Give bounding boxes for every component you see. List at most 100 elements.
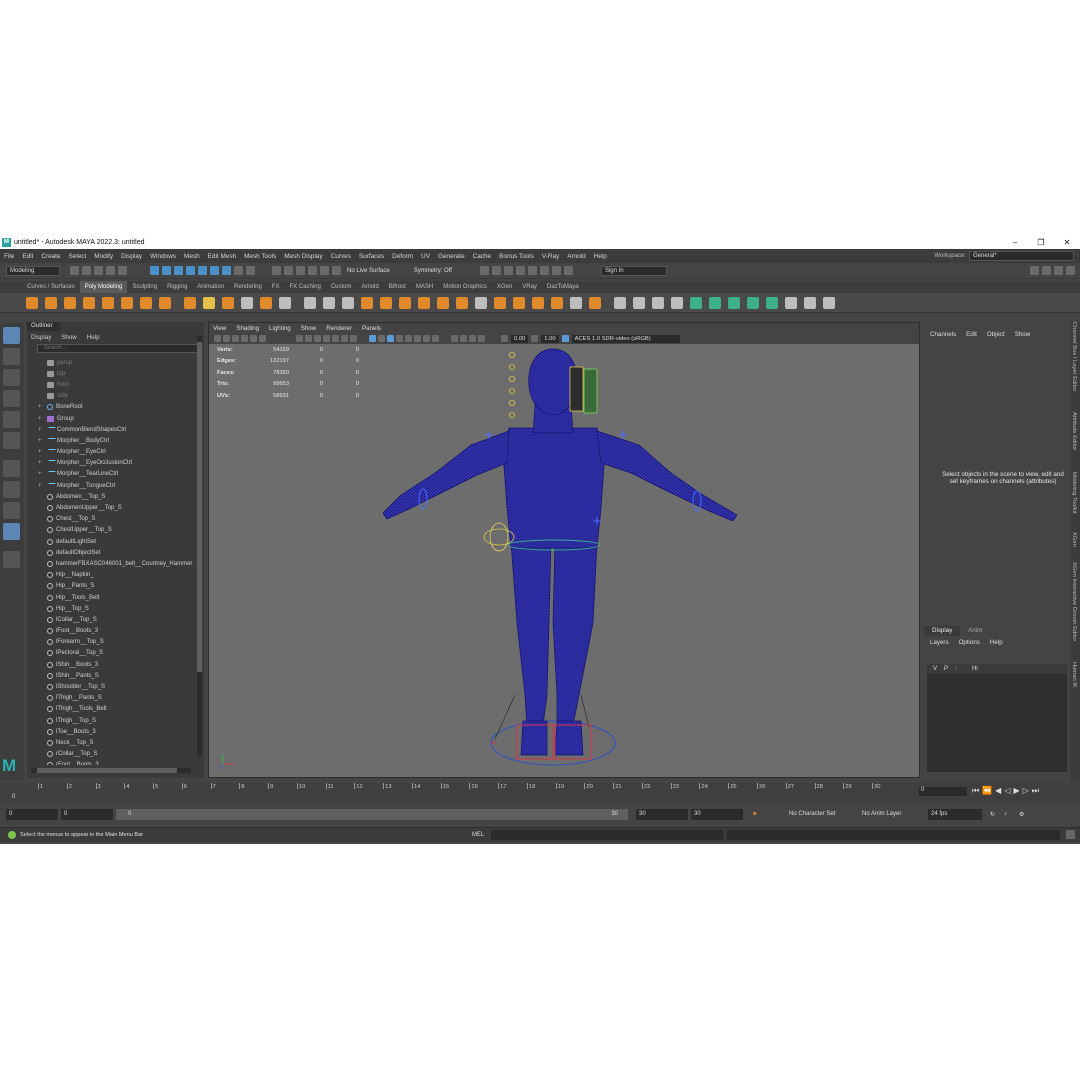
target-weld-icon[interactable]	[670, 296, 683, 309]
render-frame-icon[interactable]	[504, 266, 514, 275]
snap-curve-icon[interactable]	[283, 266, 293, 275]
menu-mesh-display[interactable]: Mesh Display	[280, 253, 326, 260]
search-icon[interactable]	[3, 551, 20, 568]
poly-cylinder-icon[interactable]	[63, 296, 76, 309]
poly-plane-icon[interactable]	[120, 296, 133, 309]
current-frame-field[interactable]: 0	[919, 787, 967, 796]
play-backward-icon[interactable]: ◁	[1004, 786, 1010, 796]
symmetry-dropdown[interactable]: Symmetry: Off	[414, 268, 452, 274]
wireframe-icon[interactable]	[369, 335, 376, 342]
circularize-icon[interactable]	[569, 296, 582, 309]
sew-uv-icon[interactable]	[822, 296, 835, 309]
channel-box-menu-channels[interactable]: Channels	[930, 331, 956, 338]
outliner-item[interactable]: lCollar__Top_S	[27, 614, 195, 625]
layer-menu-layers[interactable]: Layers	[930, 639, 949, 646]
layer-color-swatch[interactable]: /	[955, 666, 965, 672]
outliner-item[interactable]: lShin__Pants_S	[27, 670, 195, 681]
select-tool-icon[interactable]	[3, 327, 20, 344]
outliner-item[interactable]: lShin__Boots_3	[27, 659, 195, 670]
channel-box-menu-edit[interactable]: Edit	[966, 331, 977, 338]
outliner-item[interactable]: Abdomen__Top_S	[27, 491, 195, 502]
channel-box-toggle-icon[interactable]	[1066, 266, 1075, 275]
workspace-dropdown[interactable]: General*	[969, 251, 1074, 261]
smooth-shade-icon[interactable]	[378, 335, 385, 342]
step-back-frame-icon[interactable]: ◀	[995, 786, 1001, 796]
perspective-viewport[interactable]: View Shading Lighting Show Renderer Panels	[208, 322, 920, 778]
play-forward-icon[interactable]: ▶	[1013, 786, 1019, 796]
outliner-item[interactable]: Hip__Top_S	[27, 603, 195, 614]
grid-toggle-icon[interactable]	[296, 335, 303, 342]
outliner-menu-display[interactable]: Display	[31, 334, 51, 341]
outliner-item[interactable]: Chest__Top_S	[27, 514, 195, 525]
extrude-icon[interactable]	[512, 296, 525, 309]
outliner-item[interactable]: hammerFBXASC046001_belt__Courtney_Hammer	[27, 558, 195, 569]
bridge-icon[interactable]	[493, 296, 506, 309]
outliner-horizontal-scrollbar[interactable]	[31, 768, 191, 773]
highlight-selection-icon[interactable]	[245, 266, 255, 275]
menu-deform[interactable]: Deform	[388, 253, 417, 260]
outliner-item[interactable]: lFoot__Boots_3	[27, 626, 195, 637]
shelf-tab-arnold[interactable]: Arnold	[357, 281, 384, 293]
character-set-dropdown[interactable]: No Character Set	[789, 811, 835, 817]
outliner-vertical-scrollbar[interactable]	[197, 336, 202, 756]
rotate-tool-icon[interactable]	[3, 411, 20, 428]
snap-surface-icon[interactable]	[319, 266, 329, 275]
playback-end-field[interactable]: 30	[636, 809, 688, 820]
anim-prefs-icon[interactable]: ⚙	[1019, 811, 1024, 818]
side-tab-xgen[interactable]: XGen	[1071, 532, 1077, 547]
shelf-tab-daztomaya[interactable]: DazToMaya	[542, 281, 584, 293]
shelf-tab-vray[interactable]: VRay	[517, 281, 542, 293]
uv-editor-icon[interactable]	[784, 296, 797, 309]
outliner-item[interactable]: lForearm__Top_S	[27, 637, 195, 648]
shelf-tab-custom[interactable]: Custom	[326, 281, 357, 293]
save-scene-icon[interactable]	[93, 266, 103, 275]
render-settings-icon[interactable]	[528, 266, 538, 275]
menu-display[interactable]: Display	[117, 253, 146, 260]
shelf-tab-mash[interactable]: MASH	[411, 281, 438, 293]
gate-mask-icon[interactable]	[323, 335, 330, 342]
outliner-item[interactable]: lPectoral__Top_S	[27, 648, 195, 659]
side-tab-attribute-editor[interactable]: Attribute Editor	[1071, 412, 1077, 450]
view-transform-dropdown[interactable]: ACES 1.0 SDR-video (sRGB)	[571, 334, 680, 343]
sound-icon[interactable]: ♪	[1004, 811, 1007, 817]
outliner-item[interactable]: rCollar__Top_S	[27, 749, 195, 760]
layer-row[interactable]: V P / Hi	[927, 664, 1067, 674]
close-button[interactable]: ✕	[1054, 238, 1080, 247]
exposure-icon[interactable]	[501, 335, 508, 342]
shelf-tab-sculpting[interactable]: Sculpting	[127, 281, 162, 293]
append-polygon-icon[interactable]	[550, 296, 563, 309]
collapse-icon[interactable]	[588, 296, 601, 309]
outliner-item[interactable]: front	[27, 379, 195, 390]
step-forward-frame-icon[interactable]: ▷	[1023, 786, 1029, 796]
pause-render-icon[interactable]	[564, 266, 574, 275]
sweep-mesh-icon[interactable]	[183, 296, 196, 309]
cut-uv-icon[interactable]	[803, 296, 816, 309]
shelf-tab-bifrost[interactable]: Bifrost	[384, 281, 411, 293]
menu-edit[interactable]: Edit	[18, 253, 37, 260]
viewport-menu-panels[interactable]: Panels	[362, 325, 381, 332]
outliner-item[interactable]: top	[27, 368, 195, 379]
outliner-item[interactable]: + BoneRoot	[27, 402, 195, 413]
mel-label[interactable]: MEL	[472, 832, 484, 838]
super-shape-icon[interactable]	[202, 296, 215, 309]
side-tab-human-ik[interactable]: Human IK	[1071, 662, 1077, 688]
persp-outliner-layout-icon[interactable]	[3, 502, 20, 519]
motion-blur-icon[interactable]	[432, 335, 439, 342]
loop-icon[interactable]: ↻	[990, 811, 995, 818]
menu-file[interactable]: File	[0, 253, 18, 260]
safe-action-icon[interactable]	[341, 335, 348, 342]
go-to-start-icon[interactable]: ⏮	[972, 786, 979, 796]
mel-command-input[interactable]	[491, 830, 723, 840]
step-back-key-icon[interactable]: ⏪	[982, 786, 992, 796]
menu-bonus-tools[interactable]: Bonus Tools	[495, 253, 538, 260]
mirror-icon[interactable]	[379, 296, 392, 309]
layer-playback-toggle[interactable]: P	[944, 666, 948, 672]
xray-joints-icon[interactable]	[469, 335, 476, 342]
arnold-render-icon[interactable]	[552, 266, 562, 275]
grease-pencil-icon[interactable]	[259, 335, 266, 342]
select-camera-icon[interactable]	[214, 335, 221, 342]
sign-in-dropdown[interactable]: Sign In	[600, 265, 667, 276]
select-hierarchy-icon[interactable]	[149, 266, 159, 275]
field-chart-icon[interactable]	[332, 335, 339, 342]
shadows-icon[interactable]	[414, 335, 421, 342]
